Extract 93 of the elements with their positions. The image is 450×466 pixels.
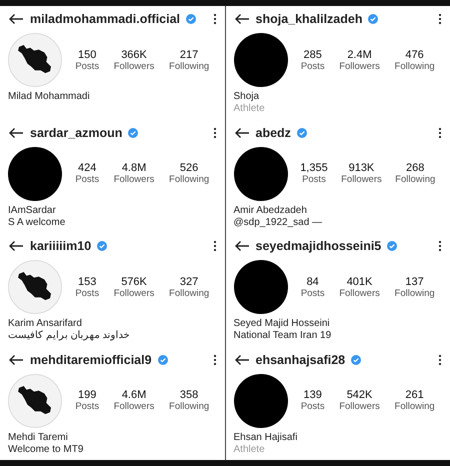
back-arrow-icon[interactable] <box>8 13 24 25</box>
profile-avatar <box>234 260 288 314</box>
following-count: 358 <box>180 389 198 401</box>
country-silhouette-icon <box>16 44 54 76</box>
back-arrow-icon[interactable] <box>234 13 250 25</box>
followers-label: Followers <box>339 60 380 72</box>
following-count: 327 <box>180 276 198 288</box>
followers-count: 4.8M <box>122 162 146 174</box>
following-label: Following <box>394 288 435 298</box>
followers-count: 576K <box>121 276 147 288</box>
back-arrow-icon[interactable] <box>234 240 250 252</box>
following-count: 261 <box>405 389 424 401</box>
posts-label: Posts <box>75 174 100 185</box>
profile-avatar <box>234 33 288 87</box>
username: mehditaremiofficial9 <box>30 352 152 366</box>
posts-count: 424 <box>78 162 96 174</box>
display-name: Karim Ansarifard <box>8 318 82 330</box>
profile-bio: National Team Iran 19 <box>234 330 332 342</box>
following-label: Following <box>169 174 210 185</box>
followers-count: 913K <box>348 162 374 174</box>
followers-label: Followers <box>114 288 154 298</box>
followers-label: Followers <box>339 288 380 298</box>
following-label: Following <box>394 401 435 412</box>
posts-count: 84 <box>306 276 319 288</box>
following-label: Following <box>169 401 210 412</box>
more-options-icon[interactable] <box>438 240 442 252</box>
country-silhouette-icon <box>16 271 54 303</box>
back-arrow-icon[interactable] <box>8 240 24 252</box>
display-name: Seyed Majid Hosseini <box>234 318 330 330</box>
posts-count: 150 <box>78 48 96 60</box>
username: miladmohammadi.official <box>30 12 180 26</box>
username: abedz <box>256 126 291 140</box>
display-name: Shoja <box>234 91 260 103</box>
following-count: 217 <box>180 48 198 60</box>
followers-label: Followers <box>339 401 380 412</box>
back-arrow-icon[interactable] <box>8 354 24 366</box>
username: shoja_khalilzadeh <box>256 12 362 26</box>
posts-count: 285 <box>304 48 322 60</box>
following-count: 137 <box>405 276 424 288</box>
posts-count: 199 <box>78 389 96 401</box>
more-options-icon[interactable] <box>438 354 442 366</box>
username: sardar_azmoun <box>30 126 122 140</box>
posts-count: 153 <box>78 276 96 288</box>
posts-label: Posts <box>75 401 100 412</box>
followers-count: 542K <box>346 389 372 401</box>
username: kariiiiim10 <box>30 239 92 253</box>
followers-count: 401K <box>346 276 372 288</box>
posts-label: Posts <box>75 60 100 72</box>
posts-label: Posts <box>302 174 326 185</box>
following-count: 526 <box>180 162 198 174</box>
following-label: Following <box>169 60 210 72</box>
profile-bio: خداوند مهربان برایم کافیست <box>8 330 130 342</box>
posts-label: Posts <box>300 60 325 72</box>
following-label: Following <box>394 60 435 72</box>
followers-label: Followers <box>114 174 154 185</box>
posts-label: Posts <box>75 288 100 298</box>
username: seyedmajidhosseini5 <box>256 239 382 253</box>
followers-count: 2.4M <box>347 48 372 60</box>
display-name: Milad Mohammadi <box>8 91 90 103</box>
back-arrow-icon[interactable] <box>234 126 250 138</box>
profile-avatar <box>8 146 62 200</box>
followers-label: Followers <box>114 60 154 72</box>
more-options-icon[interactable] <box>212 354 216 366</box>
following-label: Following <box>395 174 436 185</box>
back-arrow-icon[interactable] <box>8 126 24 138</box>
following-count: 268 <box>406 162 424 174</box>
profile-category: Athlete <box>234 103 265 115</box>
back-arrow-icon[interactable] <box>234 354 250 366</box>
profile-bio: @sdp_1922_sad — <box>234 216 322 228</box>
more-options-icon[interactable] <box>212 126 216 138</box>
posts-label: Posts <box>300 288 325 298</box>
posts-count: 1,355 <box>300 162 328 174</box>
more-options-icon[interactable] <box>438 13 442 25</box>
following-count: 476 <box>405 48 424 60</box>
profile-bio: S A welcome <box>8 216 66 228</box>
profile-category: Athlete <box>234 444 265 456</box>
display-name: Amir Abedzadeh <box>234 204 307 216</box>
username: ehsanhajsafi28 <box>256 352 346 366</box>
followers-count: 4.6M <box>122 389 146 401</box>
display-name: Mehdi Taremi <box>8 432 68 444</box>
profile-bio: Welcome to MT9 <box>8 444 84 456</box>
display-name: IAmSardar <box>8 204 56 216</box>
followers-label: Followers <box>114 401 154 412</box>
country-silhouette-icon <box>16 384 54 416</box>
followers-count: 366K <box>121 48 147 60</box>
posts-label: Posts <box>300 401 325 412</box>
more-options-icon[interactable] <box>438 126 442 138</box>
followers-label: Followers <box>341 174 382 185</box>
following-label: Following <box>169 288 210 298</box>
more-options-icon[interactable] <box>212 13 216 25</box>
posts-count: 139 <box>304 389 322 401</box>
display-name: Ehsan Hajisafi <box>234 432 298 444</box>
more-options-icon[interactable] <box>212 240 216 252</box>
